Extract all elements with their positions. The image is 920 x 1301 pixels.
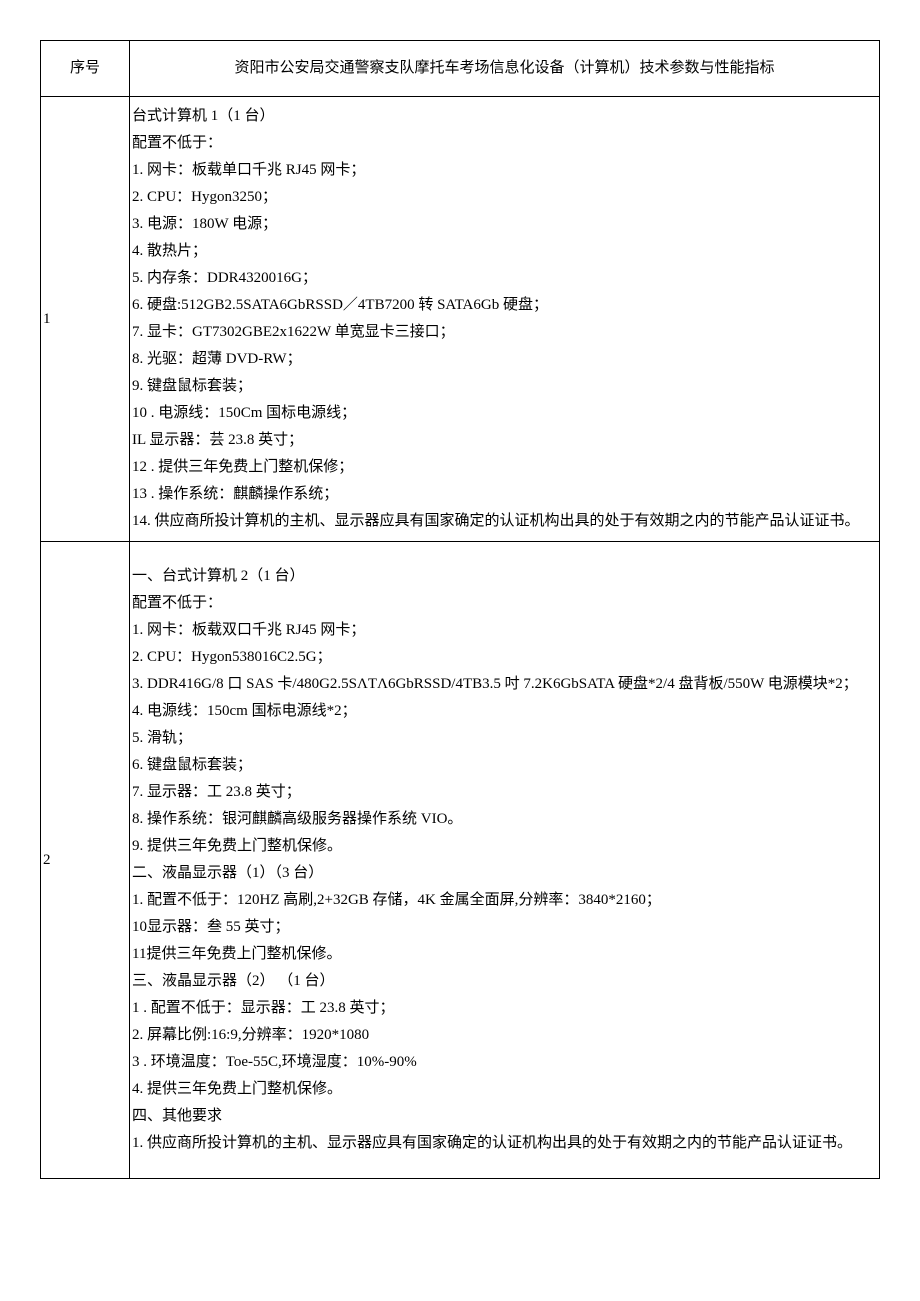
- spec-line: 2. CPU：Hygon538016C2.5G；: [132, 644, 875, 671]
- spec-line: 8. 光驱：超薄 DVD-RW；: [132, 346, 875, 373]
- spec-line: 13 . 操作系统：麒麟操作系统；: [132, 481, 875, 508]
- spec-line: 三、液晶显示器（2） （1 台）: [132, 968, 875, 995]
- spec-line: 4. 提供三年免费上门整机保修。: [132, 1076, 875, 1103]
- spec-line: 9. 提供三年免费上门整机保修。: [132, 833, 875, 860]
- spec-line: 12 . 提供三年免费上门整机保修；: [132, 454, 875, 481]
- spec-line: 1. 配置不低于：120HZ 高刷,2+32GB 存储，4K 金属全面屏,分辨率…: [132, 887, 875, 914]
- spec-line: 2. CPU：Hygon3250；: [132, 184, 875, 211]
- spec-line: 配置不低于：: [132, 590, 875, 617]
- row-content: 台式计算机 1（1 台）配置不低于：1. 网卡：板载单口千兆 RJ45 网卡；2…: [130, 97, 880, 542]
- header-row: 序号 资阳市公安局交通警察支队摩托车考场信息化设备（计算机）技术参数与性能指标: [41, 41, 880, 97]
- spec-line: 4. 电源线：150cm 国标电源线*2；: [132, 698, 875, 725]
- spec-line: 10 . 电源线：150Cm 国标电源线；: [132, 400, 875, 427]
- spec-line: 7. 显示器：工 23.8 英寸；: [132, 779, 875, 806]
- row-content: 一、台式计算机 2（1 台）配置不低于：1. 网卡：板载双口千兆 RJ45 网卡…: [130, 542, 880, 1179]
- row-serial: 1: [41, 97, 130, 542]
- spec-line: 5. 滑轨；: [132, 725, 875, 752]
- spec-line: 6. 键盘鼠标套装；: [132, 752, 875, 779]
- spec-line: 台式计算机 1（1 台）: [132, 103, 875, 130]
- spec-line: 10显示器：叁 55 英寸；: [132, 914, 875, 941]
- spec-line: 14. 供应商所投计算机的主机、显示器应具有国家确定的认证机构出具的处于有效期之…: [132, 508, 875, 535]
- header-serial: 序号: [41, 41, 130, 97]
- row-serial: 2: [41, 542, 130, 1179]
- spec-table: 序号 资阳市公安局交通警察支队摩托车考场信息化设备（计算机）技术参数与性能指标 …: [40, 40, 880, 1179]
- spec-line: 9. 键盘鼠标套装；: [132, 373, 875, 400]
- spec-line: 4. 散热片；: [132, 238, 875, 265]
- spec-line: 3. 电源：180W 电源；: [132, 211, 875, 238]
- table-row: 1 台式计算机 1（1 台）配置不低于：1. 网卡：板载单口千兆 RJ45 网卡…: [41, 97, 880, 542]
- spec-line: 6. 硬盘:512GB2.5SATA6GbRSSD／4TB7200 转 SATA…: [132, 292, 875, 319]
- table-row: 2 一、台式计算机 2（1 台）配置不低于：1. 网卡：板载双口千兆 RJ45 …: [41, 542, 880, 1179]
- spec-line: 一、台式计算机 2（1 台）: [132, 563, 875, 590]
- spec-line: 1. 网卡：板载双口千兆 RJ45 网卡；: [132, 617, 875, 644]
- spec-line: 7. 显卡：GT7302GBE2x1622W 单宽显卡三接口；: [132, 319, 875, 346]
- spec-line: 1. 供应商所投计算机的主机、显示器应具有国家确定的认证机构出具的处于有效期之内…: [132, 1130, 875, 1157]
- spec-line: 四、其他要求: [132, 1103, 875, 1130]
- spec-line: 二、液晶显示器（1）（3 台）: [132, 860, 875, 887]
- spec-line: 配置不低于：: [132, 130, 875, 157]
- spec-line: IL 显示器：芸 23.8 英寸；: [132, 427, 875, 454]
- spec-line: 1. 网卡：板载单口千兆 RJ45 网卡；: [132, 157, 875, 184]
- spec-line: 2. 屏幕比例:16:9,分辨率：1920*1080: [132, 1022, 875, 1049]
- spec-line: 1 . 配置不低于：显示器：工 23.8 英寸；: [132, 995, 875, 1022]
- spec-line: 8. 操作系统：银河麒麟高级服务器操作系统 VIO。: [132, 806, 875, 833]
- spec-line: 5. 内存条：DDR4320016G；: [132, 265, 875, 292]
- spec-line: 11提供三年免费上门整机保修。: [132, 941, 875, 968]
- spec-line: 3. DDR416G/8 口 SAS 卡/480G2.5SΛTΛ6GbRSSD/…: [132, 671, 875, 698]
- header-title: 资阳市公安局交通警察支队摩托车考场信息化设备（计算机）技术参数与性能指标: [130, 41, 880, 97]
- spec-line: 3 . 环境温度：Toe-55C,环境湿度：10%-90%: [132, 1049, 875, 1076]
